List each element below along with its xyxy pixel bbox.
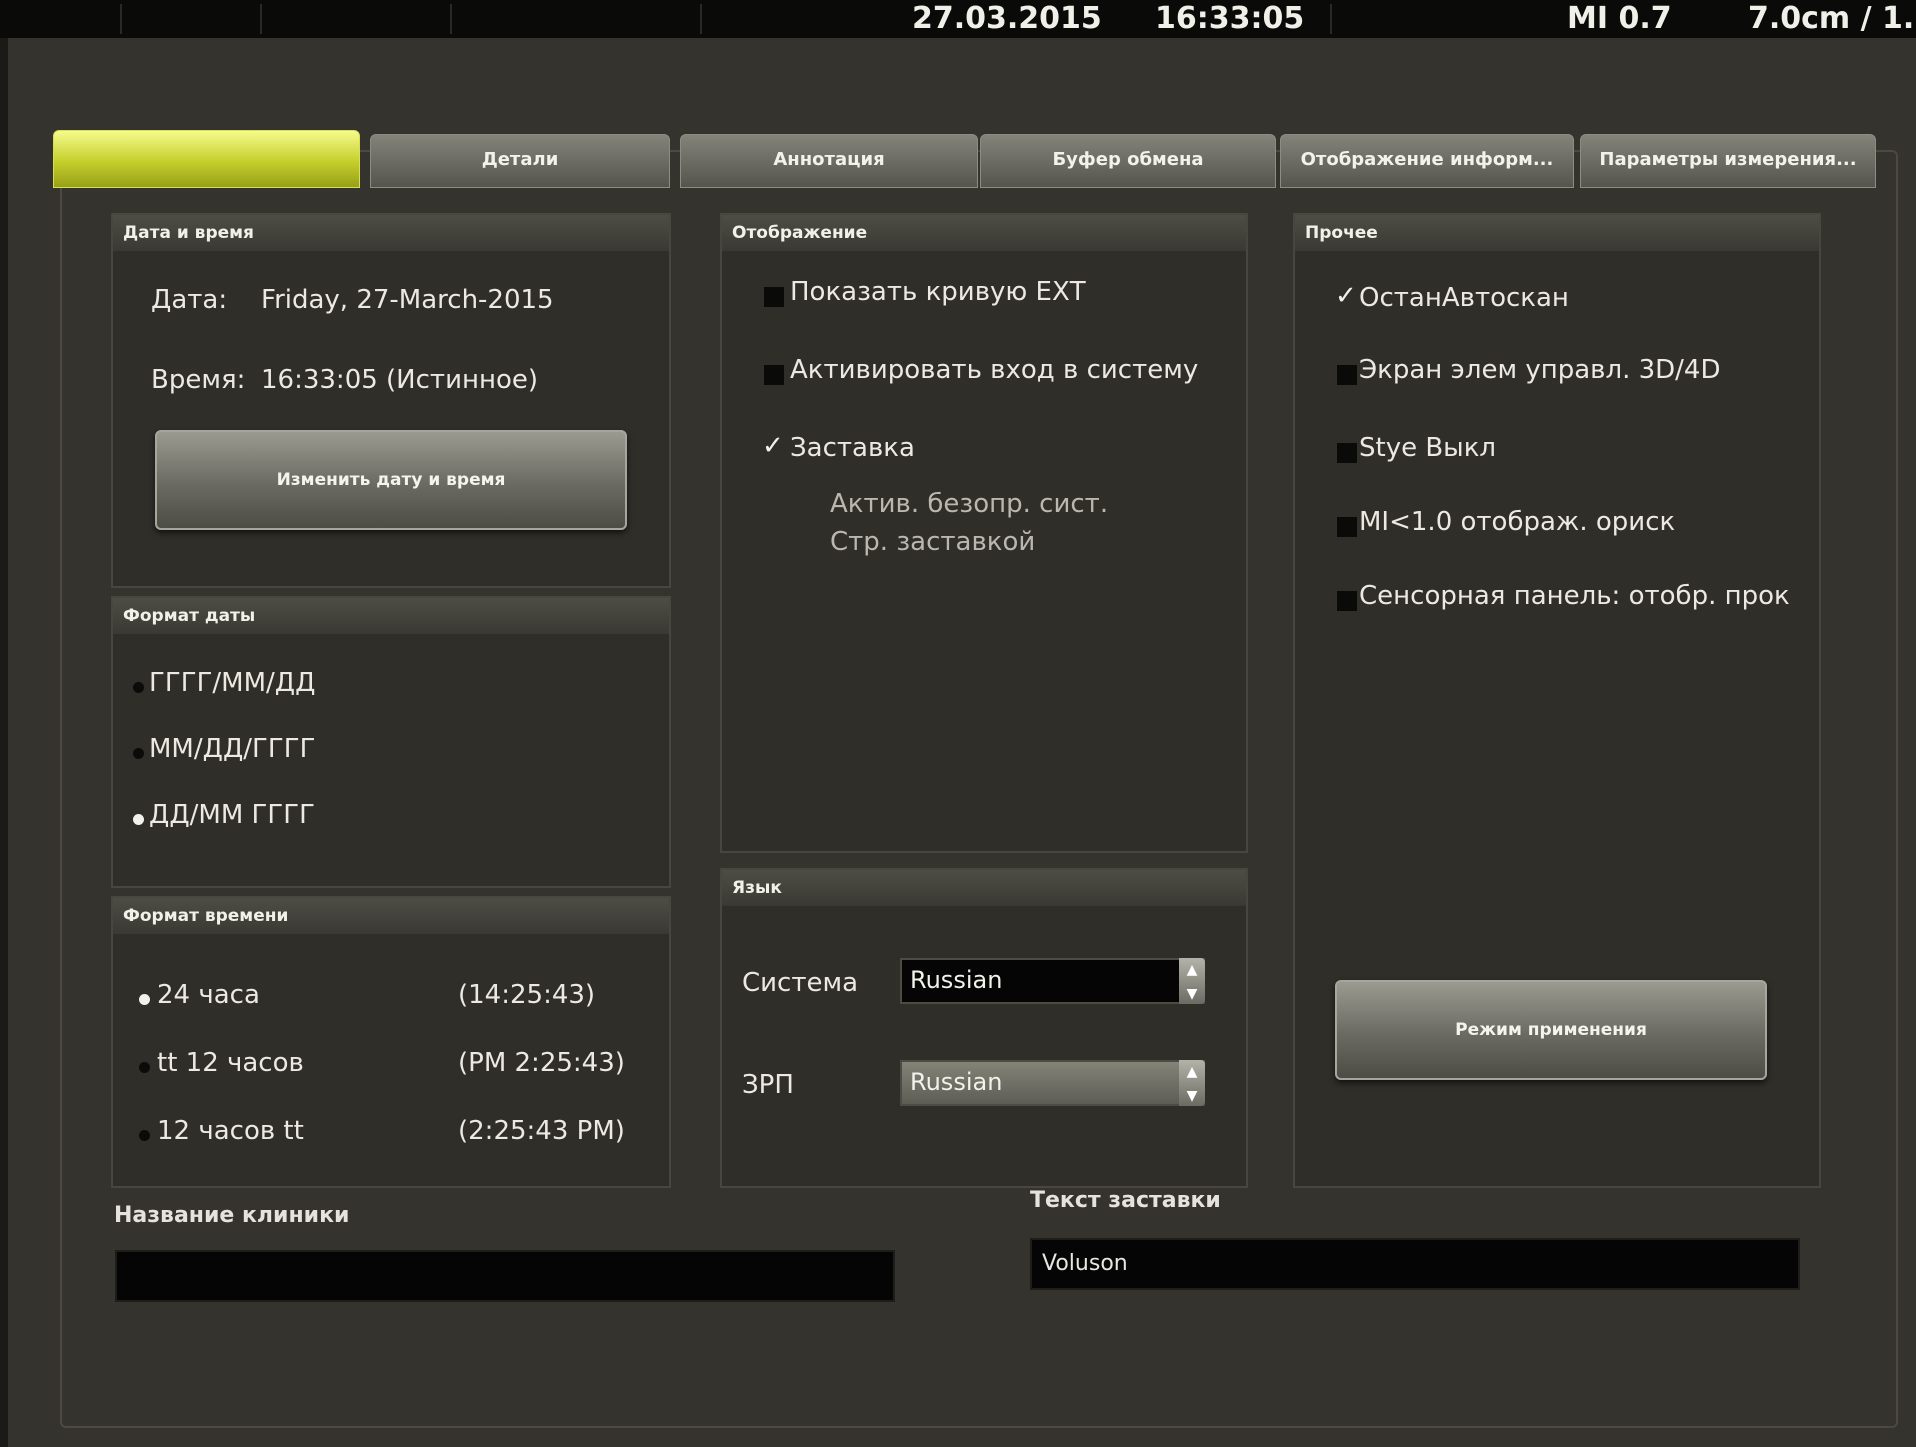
datetime-panel: Дата и время Дата: Friday, 27-March-2015…: [111, 213, 671, 588]
system-language-value: Russian: [910, 966, 1003, 994]
display-panel: Отображение Показать кривую ЕХТ Активиро…: [720, 213, 1248, 853]
screensaver-text-label: Текст заставки: [1030, 1188, 1221, 1213]
screensaver-label: Заставка: [790, 433, 915, 463]
time-label: Время:: [151, 365, 246, 395]
change-datetime-button[interactable]: Изменить дату и время: [155, 430, 627, 530]
show-ext-curve-label: Показать кривую ЕХТ: [790, 277, 1086, 307]
date-format-option-2: ММ/ДД/ГГГГ: [149, 734, 316, 764]
keyboard-language-select[interactable]: Russian ▲ ▼: [900, 1060, 1205, 1106]
3d4d-controls-label: Экран элем управл. 3D/4D: [1359, 355, 1721, 385]
other-panel-title: Прочее: [1295, 215, 1819, 251]
date-value: Friday, 27-March-2015: [261, 285, 554, 315]
display-panel-title: Отображение: [722, 215, 1246, 251]
stye-off-checkbox[interactable]: [1337, 443, 1357, 463]
language-panel-title: Язык: [722, 870, 1246, 906]
date-format-panel: Формат даты ГГГГ/ММ/ДД ММ/ДД/ГГГГ ДД/ММ …: [111, 596, 671, 888]
date-format-radio-3[interactable]: [133, 814, 144, 825]
status-mi: MI 0.7: [1567, 1, 1672, 36]
screensaver-checkbox[interactable]: ✓: [762, 431, 784, 461]
time-format-panel: Формат времени 24 часа (14:25:43) tt 12 …: [111, 896, 671, 1188]
time-format-radio-3[interactable]: [139, 1130, 150, 1141]
tab-general[interactable]: [53, 130, 360, 188]
screensaver-sub-2: Стр. заставкой: [830, 527, 1036, 557]
clinic-name-input[interactable]: [115, 1250, 895, 1302]
screensaver-text-input[interactable]: Voluson: [1030, 1238, 1800, 1290]
status-bar: 27.03.2015 16:33:05 MI 0.7 7.0cm / 1.5: [0, 0, 1916, 38]
time-format-example-1: (14:25:43): [458, 980, 596, 1010]
mi-display-label: MI<1.0 отображ. ориск: [1359, 507, 1676, 537]
tab-details[interactable]: Детали: [370, 134, 670, 188]
time-format-option-2: tt 12 часов: [157, 1048, 304, 1078]
time-format-panel-title: Формат времени: [113, 898, 669, 934]
3d4d-controls-checkbox[interactable]: [1337, 365, 1357, 385]
status-date: 27.03.2015: [912, 1, 1102, 36]
language-panel: Язык Система Russian ▲ ▼ ЗРП Russian ▲ ▼: [720, 868, 1248, 1188]
time-format-option-3: 12 часов tt: [157, 1116, 304, 1146]
system-language-select[interactable]: Russian ▲ ▼: [900, 958, 1205, 1004]
touch-panel-label: Сенсорная панель: отобр. прок: [1359, 581, 1790, 611]
tab-info-display[interactable]: Отображение информ...: [1280, 134, 1574, 188]
time-value: 16:33:05 (Истинное): [261, 365, 539, 395]
keyboard-language-value: Russian: [910, 1068, 1003, 1096]
other-panel: Прочее ✓ ОстанАвтоскан Экран элем управл…: [1293, 213, 1821, 1188]
date-label: Дата:: [151, 285, 228, 315]
date-format-radio-2[interactable]: [133, 748, 144, 759]
datetime-panel-title: Дата и время: [113, 215, 669, 251]
screensaver-sub-1: Актив. безопр. сист.: [830, 489, 1109, 519]
touch-panel-checkbox[interactable]: [1337, 591, 1357, 611]
settings-screen: Детали Аннотация Буфер обмена Отображени…: [8, 38, 1916, 1447]
chevron-down-icon[interactable]: ▲ ▼: [1179, 958, 1205, 1004]
chevron-down-icon[interactable]: ▲ ▼: [1179, 1060, 1205, 1106]
date-format-option-1: ГГГГ/ММ/ДД: [149, 668, 316, 698]
activate-login-checkbox[interactable]: [764, 365, 784, 385]
time-format-radio-2[interactable]: [139, 1062, 150, 1073]
tab-measure-params[interactable]: Параметры измерения...: [1580, 134, 1876, 188]
show-ext-curve-checkbox[interactable]: [764, 287, 784, 307]
stop-autoscan-label: ОстанАвтоскан: [1359, 283, 1569, 313]
clinic-name-label: Название клиники: [114, 1203, 350, 1228]
time-format-radio-1[interactable]: [139, 994, 150, 1005]
tab-annotation[interactable]: Аннотация: [680, 134, 978, 188]
stop-autoscan-checkbox[interactable]: ✓: [1335, 281, 1357, 311]
tab-clipboard[interactable]: Буфер обмена: [980, 134, 1276, 188]
date-format-panel-title: Формат даты: [113, 598, 669, 634]
status-time: 16:33:05: [1155, 1, 1305, 36]
system-language-label: Система: [742, 968, 859, 998]
service-mode-button[interactable]: Режим применения: [1335, 980, 1767, 1080]
date-format-option-3: ДД/ММ ГГГГ: [149, 800, 315, 830]
time-format-example-3: (2:25:43 PM): [458, 1116, 625, 1146]
activate-login-label: Активировать вход в систему: [790, 355, 1199, 385]
status-depth: 7.0cm / 1.5: [1748, 1, 1916, 36]
time-format-option-1: 24 часа: [157, 980, 260, 1010]
time-format-example-2: (PM 2:25:43): [458, 1048, 625, 1078]
keyboard-language-label: ЗРП: [742, 1070, 794, 1100]
date-format-radio-1[interactable]: [133, 682, 144, 693]
mi-display-checkbox[interactable]: [1337, 517, 1357, 537]
stye-off-label: Stye Выкл: [1359, 433, 1497, 463]
